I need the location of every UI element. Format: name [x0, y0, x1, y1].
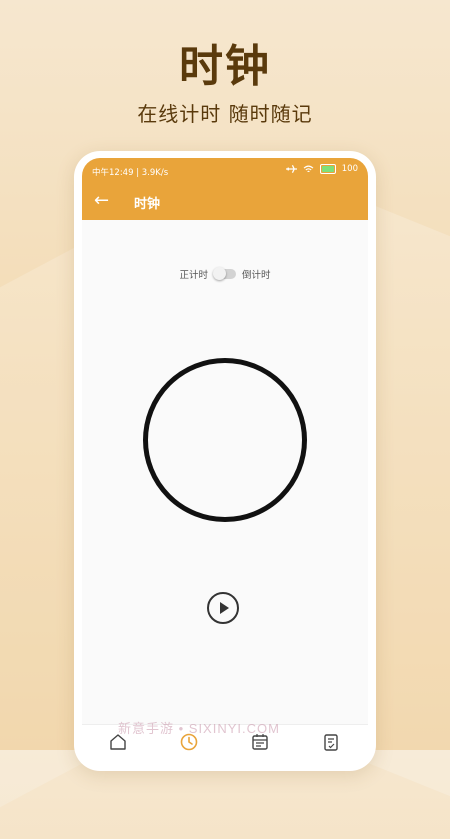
count-down-label: 倒计时: [242, 270, 271, 281]
status-icons: 100: [285, 164, 358, 174]
play-icon: [220, 602, 229, 614]
back-arrow-icon[interactable]: ←: [94, 190, 109, 212]
timer-circle: [143, 358, 307, 522]
battery-level: 100: [341, 164, 358, 174]
airplane-icon: [285, 165, 297, 173]
play-button[interactable]: [207, 592, 239, 624]
bottom-nav: [82, 724, 368, 758]
status-bar: 中午12:49 | 3.9K/s 100: [82, 158, 368, 184]
promo-subline: 在线计时 随时随记: [137, 102, 313, 126]
app-bar: ← 时钟: [82, 184, 368, 220]
mode-toggle[interactable]: [213, 267, 236, 280]
page-title: 时钟: [134, 197, 161, 212]
toggle-knob[interactable]: [213, 267, 226, 280]
wifi-icon: [303, 165, 314, 172]
battery-icon: [319, 164, 336, 174]
count-up-label: 正计时: [179, 270, 208, 281]
app-screen: 中午12:49 | 3.9K/s 100 ← 时钟 正计时 倒计时: [82, 158, 368, 758]
promo-headline: 时钟: [179, 41, 271, 92]
status-time-network: 中午12:49 | 3.9K/s: [92, 168, 169, 178]
timer-mode-switch: 正计时 倒计时: [82, 266, 368, 282]
